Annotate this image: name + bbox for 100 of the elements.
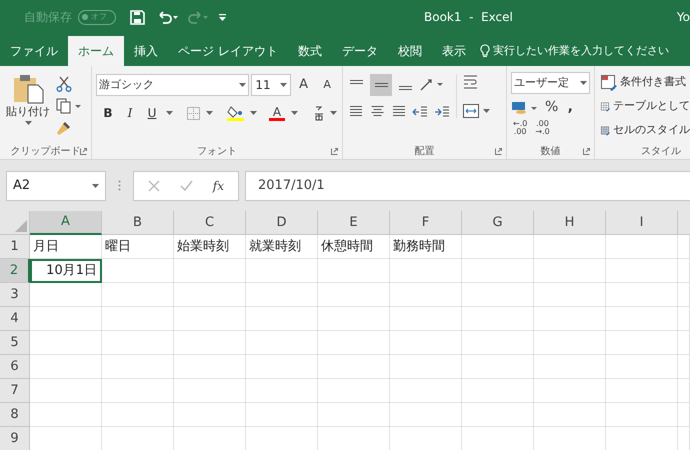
- table-cell[interactable]: [174, 307, 246, 331]
- table-cell[interactable]: [606, 235, 678, 259]
- table-cell[interactable]: [318, 403, 390, 427]
- table-cell[interactable]: [462, 259, 534, 283]
- table-cell[interactable]: [390, 379, 462, 403]
- table-cell[interactable]: [174, 331, 246, 355]
- font-name-field[interactable]: 游ゴシック: [96, 74, 250, 96]
- table-cell[interactable]: [534, 235, 606, 259]
- row-header[interactable]: 9: [0, 427, 30, 450]
- table-cell[interactable]: [102, 379, 174, 403]
- column-header[interactable]: A: [30, 211, 102, 235]
- paste-button[interactable]: 貼り付け: [6, 74, 50, 143]
- merge-cells-icon[interactable]: [463, 104, 479, 118]
- save-icon[interactable]: [130, 10, 145, 24]
- table-cell[interactable]: [102, 259, 174, 283]
- table-cell[interactable]: [462, 379, 534, 403]
- format-painter-icon[interactable]: [56, 120, 72, 136]
- table-cell[interactable]: [174, 379, 246, 403]
- borders-icon[interactable]: [187, 106, 200, 120]
- name-box[interactable]: A2: [6, 170, 106, 200]
- align-center-icon[interactable]: [370, 105, 385, 119]
- table-cell[interactable]: [390, 259, 462, 283]
- table-cell[interactable]: [30, 403, 102, 427]
- table-cell[interactable]: [246, 259, 318, 283]
- table-cell[interactable]: [318, 355, 390, 379]
- fill-color-icon[interactable]: [227, 105, 244, 121]
- ribbon-tab[interactable]: 校閲: [388, 36, 432, 66]
- table-cell[interactable]: [534, 379, 606, 403]
- customize-icon[interactable]: [219, 14, 226, 20]
- table-cell[interactable]: [678, 283, 690, 307]
- row-header[interactable]: 7: [0, 379, 30, 403]
- undo-icon[interactable]: [157, 10, 179, 24]
- table-cell[interactable]: 就業時刻: [246, 235, 318, 259]
- table-cell[interactable]: [30, 283, 102, 307]
- table-cell[interactable]: [534, 283, 606, 307]
- table-cell[interactable]: [390, 403, 462, 427]
- column-header[interactable]: [678, 211, 690, 235]
- percent-button[interactable]: %: [545, 97, 558, 118]
- number-format-field[interactable]: ユーザー定: [511, 72, 590, 94]
- table-cell[interactable]: [606, 355, 678, 379]
- row-header[interactable]: 2: [0, 259, 30, 283]
- copy-icon[interactable]: [56, 98, 82, 114]
- table-cell[interactable]: [462, 235, 534, 259]
- decrease-indent-icon[interactable]: [412, 105, 428, 119]
- style-command[interactable]: テーブルとして: [613, 98, 690, 115]
- wrap-text-icon[interactable]: [463, 74, 479, 90]
- table-cell[interactable]: [390, 283, 462, 307]
- formula-field[interactable]: 2017/10/1: [245, 170, 690, 200]
- row-header[interactable]: 4: [0, 307, 30, 331]
- column-header[interactable]: B: [102, 211, 174, 235]
- table-cell[interactable]: [318, 331, 390, 355]
- table-cell[interactable]: [678, 403, 690, 427]
- font-color-button[interactable]: A: [269, 106, 285, 120]
- ribbon-tab[interactable]: ページ レイアウト: [168, 36, 288, 66]
- table-cell[interactable]: [462, 283, 534, 307]
- table-cell[interactable]: [606, 259, 678, 283]
- dialog-launcher-icon[interactable]: [583, 148, 590, 155]
- tell-me-field[interactable]: 実行したい作業を入力してください: [492, 42, 669, 60]
- column-header[interactable]: C: [174, 211, 246, 235]
- table-cell[interactable]: [318, 307, 390, 331]
- table-cell[interactable]: [102, 331, 174, 355]
- ribbon-tab[interactable]: ホーム: [68, 36, 124, 66]
- increase-indent-icon[interactable]: [434, 105, 450, 119]
- table-cell[interactable]: [30, 331, 102, 355]
- select-all-corner[interactable]: [0, 211, 30, 235]
- column-header[interactable]: D: [246, 211, 318, 235]
- italic-button[interactable]: I: [122, 104, 138, 122]
- redo-icon[interactable]: [187, 10, 209, 24]
- table-cell[interactable]: [246, 331, 318, 355]
- table-cell[interactable]: [30, 307, 102, 331]
- row-header[interactable]: 1: [0, 235, 30, 259]
- table-cell[interactable]: [678, 307, 690, 331]
- table-cell[interactable]: [534, 259, 606, 283]
- table-cell[interactable]: [534, 307, 606, 331]
- grow-font-button[interactable]: A: [292, 74, 314, 96]
- table-cell[interactable]: [174, 403, 246, 427]
- table-cell[interactable]: 月日: [30, 235, 102, 259]
- table-cell[interactable]: [390, 331, 462, 355]
- table-cell[interactable]: [30, 379, 102, 403]
- column-header[interactable]: G: [462, 211, 534, 235]
- comma-button[interactable]: ,: [564, 97, 576, 118]
- row-header[interactable]: 3: [0, 283, 30, 307]
- decrease-decimal-button[interactable]: .00 →.0: [535, 120, 550, 136]
- table-cell[interactable]: [606, 331, 678, 355]
- align-middle-button[interactable]: [370, 74, 392, 96]
- table-cell[interactable]: [678, 331, 690, 355]
- table-cell[interactable]: [174, 355, 246, 379]
- table-cell[interactable]: [606, 307, 678, 331]
- table-cell[interactable]: [318, 259, 390, 283]
- column-header[interactable]: E: [318, 211, 390, 235]
- column-header[interactable]: I: [606, 211, 678, 235]
- shrink-font-button[interactable]: A: [316, 74, 338, 96]
- align-right-icon[interactable]: [391, 105, 406, 119]
- table-cell[interactable]: [534, 403, 606, 427]
- currency-icon[interactable]: [511, 100, 539, 116]
- cancel-icon[interactable]: [148, 180, 160, 192]
- table-cell[interactable]: [246, 355, 318, 379]
- ribbon-tab[interactable]: ファイル: [0, 36, 68, 66]
- ribbon-tab[interactable]: 挿入: [124, 36, 168, 66]
- table-cell[interactable]: 10月1日: [30, 259, 102, 283]
